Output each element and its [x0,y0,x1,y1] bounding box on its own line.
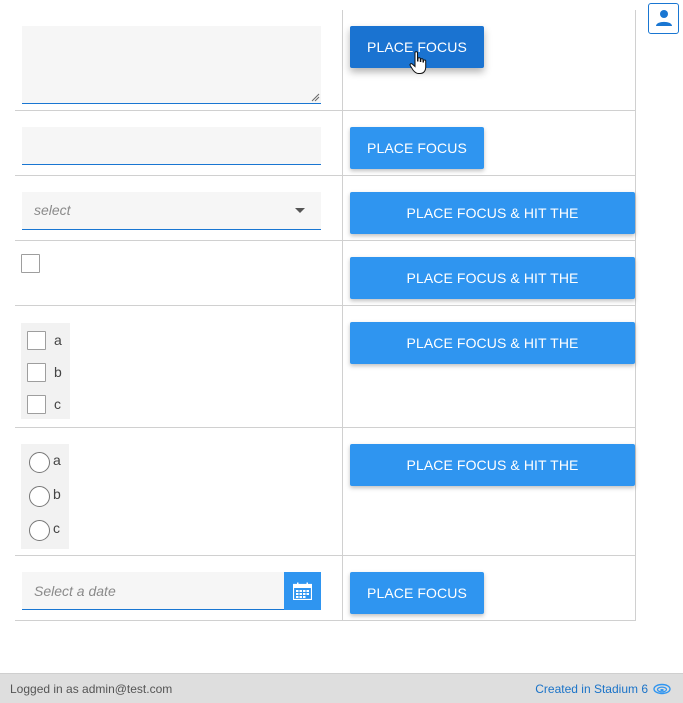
date-input[interactable]: Select a date [22,572,284,610]
place-focus-spacebar-button[interactable]: PLACE FOCUS & HIT THE SPACEBAR [350,257,635,328]
checkbox-label: b [54,364,62,380]
row-control-cell: Select a date [15,556,343,620]
memo-textarea[interactable] [22,26,321,104]
checkbox-list: a b c [21,323,70,419]
footer: Logged in as admin@test.com Created in S… [0,673,683,703]
checkbox[interactable] [27,331,46,350]
date-picker: Select a date [22,572,321,610]
radio-button[interactable] [29,452,50,473]
row-dropdown: select PLACE FOCUS & HIT THE SPACEBAR [15,176,636,263]
logged-in-text: Logged in as admin@test.com [10,682,173,696]
checkbox-label: c [54,396,61,412]
row-textarea: PLACE FOCUS [15,10,636,111]
row-button-cell: PLACE FOCUS & HIT THE SPACEBAR [343,306,636,427]
text-input[interactable] [22,127,321,165]
row-control-cell [15,111,343,175]
row-control-cell: a b c [15,428,343,555]
radio-label: b [53,486,61,502]
place-focus-spacebar-button[interactable]: PLACE FOCUS & HIT THE SPACEBAR [350,192,635,263]
stadium-logo-icon[interactable] [653,683,671,695]
created-in-link[interactable]: Created in Stadium 6 [535,682,648,696]
calendar-button[interactable] [284,572,321,610]
row-button-cell: PLACE FOCUS [343,556,636,620]
user-icon [656,10,672,26]
button-label: PLACE FOCUS & HIT THE SPACEBAR [406,335,579,393]
caret-down-icon [295,208,305,213]
button-label: PLACE FOCUS & HIT THE SPACEBAR [406,457,579,515]
row-datepicker: Select a date PLACE FOCUS [15,556,636,621]
row-checkbox: PLACE FOCUS & HIT THE SPACEBAR [15,241,636,328]
row-control-cell: select [15,176,343,240]
hand-cursor-icon [409,51,427,74]
row-control-cell [15,241,343,305]
row-textbox: PLACE FOCUS [15,111,636,176]
place-focus-button[interactable]: PLACE FOCUS [350,26,484,74]
button-label: PLACE FOCUS [367,140,467,156]
row-control-cell: a b c [15,306,343,427]
row-button-cell: PLACE FOCUS & HIT THE SPACEBAR [343,241,636,328]
row-button-cell: PLACE FOCUS & HIT THE SPACEBAR [343,428,636,555]
place-focus-button[interactable]: PLACE FOCUS [350,127,484,169]
row-radio-list: a b c PLACE FOCUS & HIT THE SPACEBAR [15,428,636,556]
row-button-cell: PLACE FOCUS [343,111,636,175]
dropdown-select[interactable]: select [22,192,321,230]
dropdown-placeholder: select [34,202,71,218]
single-checkbox[interactable] [21,254,40,273]
row-button-cell: PLACE FOCUS & HIT THE SPACEBAR [343,176,636,263]
radio-button[interactable] [29,520,50,541]
controls-grid: PLACE FOCUS PLACE FOCUS select PLACE FOC… [15,10,636,621]
place-focus-spacebar-button[interactable]: PLACE FOCUS & HIT THE SPACEBAR [350,444,635,515]
checkbox[interactable] [27,395,46,414]
radio-button[interactable] [29,486,50,507]
checkbox-label: a [54,332,62,348]
resize-grip-icon[interactable] [311,93,320,102]
row-checkbox-list: a b c PLACE FOCUS & HIT THE SPACEBAR [15,306,636,428]
radio-label: c [53,520,60,536]
radio-label: a [53,452,61,468]
checkbox[interactable] [27,363,46,382]
place-focus-spacebar-button[interactable]: PLACE FOCUS & HIT THE SPACEBAR [350,322,635,393]
row-control-cell [15,10,343,110]
radio-list: a b c [21,444,69,549]
row-button-cell: PLACE FOCUS [343,10,636,110]
user-profile-button[interactable] [648,3,679,34]
date-placeholder: Select a date [34,583,116,599]
button-label: PLACE FOCUS [367,585,467,601]
place-focus-button[interactable]: PLACE FOCUS [350,572,484,614]
calendar-icon [293,582,312,600]
